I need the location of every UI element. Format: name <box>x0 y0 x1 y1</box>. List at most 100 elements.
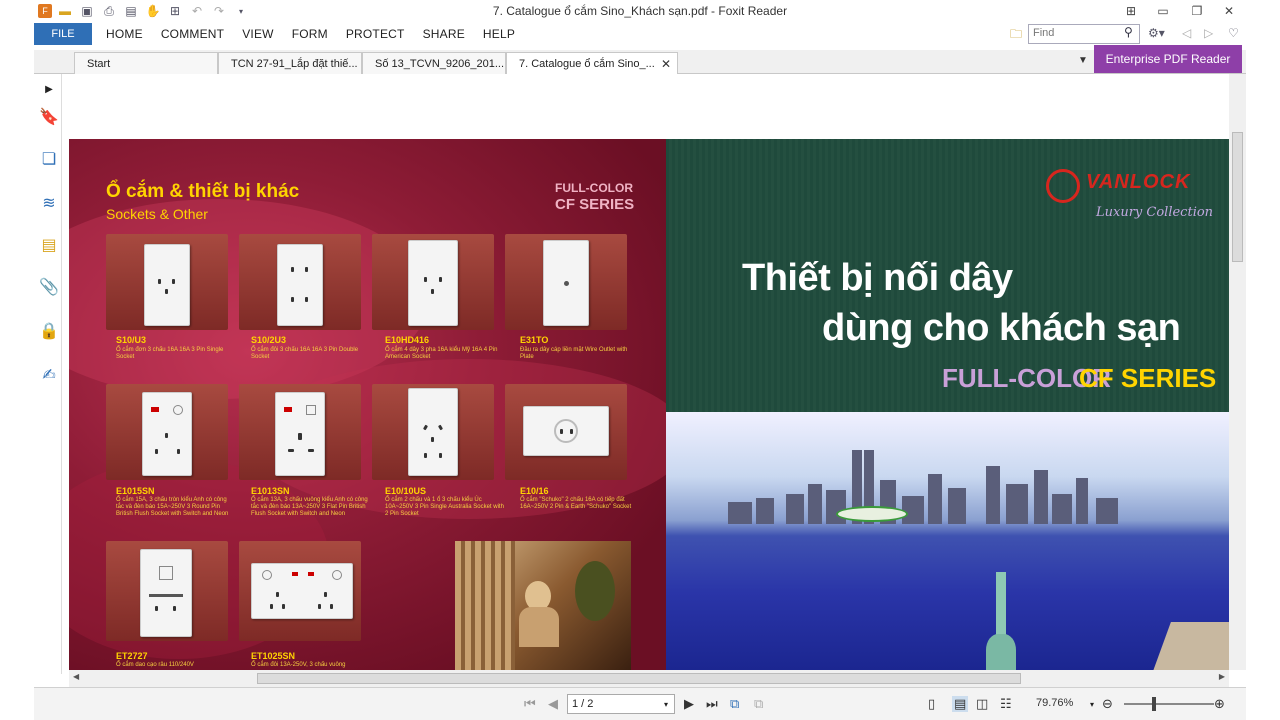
socket-plate <box>277 244 323 326</box>
tab-so-13-tcvn[interactable]: Số 13_TCVN_9206_201... <box>362 52 506 74</box>
navigation-sidebar: ▶ 🔖 ❏ ≋ ▤ 📎 🔒 ✍ <box>34 74 62 674</box>
customize-dropdown-icon[interactable]: ▾ <box>232 3 250 19</box>
close-button[interactable]: ✕ <box>1216 2 1242 20</box>
zoom-slider[interactable] <box>1124 703 1214 705</box>
tab-start[interactable]: Start <box>74 52 218 74</box>
continuous-view-icon[interactable]: ▤ <box>952 696 969 712</box>
first-page-icon[interactable]: ⏮ <box>524 696 536 712</box>
product-tile <box>106 234 228 330</box>
product-description: Ổ cắm "Schuko" 2 chấu 16A có tiếp đất 16… <box>520 497 632 510</box>
file-menu-button[interactable]: FILE <box>34 23 92 45</box>
zoom-dropdown-icon[interactable]: ▾ <box>1090 700 1094 709</box>
menu-form[interactable]: FORM <box>292 27 328 41</box>
zoom-out-icon[interactable]: ⊖ <box>1102 696 1113 712</box>
page-dropdown-icon[interactable]: ▾ <box>664 700 668 709</box>
status-bar: ⏮ ◀ 1 / 2 ▾ ▶ ⏭ ⧉ ⧉ ▯ ▤ ◫ ☷ 79.76% ▾ ⊖ ⊕ <box>34 687 1246 720</box>
print-icon[interactable]: ⎙ <box>100 3 118 19</box>
continuous-facing-view-icon[interactable]: ☷ <box>1000 696 1012 712</box>
cf-series-label: CF SERIES <box>1079 363 1217 393</box>
scroll-left-icon[interactable]: ◀ <box>73 672 79 681</box>
tab-label: 7. Catalogue ổ cắm Sino_... <box>519 58 655 70</box>
snapshot-icon[interactable]: ⊞ <box>166 3 184 19</box>
socket-plate <box>144 244 190 326</box>
menu-protect[interactable]: PROTECT <box>346 27 405 41</box>
facing-view-icon[interactable]: ◫ <box>976 696 988 712</box>
vertical-scroll-thumb[interactable] <box>1232 132 1243 262</box>
horizontal-scrollbar[interactable]: ◀ ▶ <box>69 670 1229 687</box>
next-view-icon[interactable]: ⧉ <box>754 696 763 712</box>
new-york-skyline-photo <box>666 412 1229 670</box>
menu-home[interactable]: HOME <box>106 27 143 41</box>
previous-result-icon[interactable]: ◁ <box>1182 26 1191 40</box>
comments-icon[interactable]: ▤ <box>38 234 60 256</box>
product-code: E10HD416 <box>385 335 430 345</box>
ribbon-toggle-icon[interactable]: ⊞ <box>1118 2 1144 20</box>
tab-tcn-27-91[interactable]: TCN 27-91_Lắp đặt thiế... <box>218 52 362 74</box>
bookmark-icon[interactable]: 🔖 <box>38 106 60 128</box>
settings-gear-icon[interactable]: ⚙▾ <box>1148 26 1165 40</box>
signature-icon[interactable]: ✍ <box>38 364 60 386</box>
product-code: E10/16 <box>520 486 549 496</box>
open-folder-icon[interactable]: ▬ <box>56 3 74 19</box>
menu-comment[interactable]: COMMENT <box>161 27 224 41</box>
document-viewport[interactable]: Ổ cắm & thiết bị khác Sockets & Other FU… <box>69 74 1229 670</box>
save-icon[interactable]: ▣ <box>78 3 96 19</box>
menu-bar: FILE HOME COMMENT VIEW FORM PROTECT SHAR… <box>34 22 1246 46</box>
previous-view-icon[interactable]: ⧉ <box>730 696 739 712</box>
security-lock-icon[interactable]: 🔒 <box>38 320 60 342</box>
product-code: S10/U3 <box>116 335 147 345</box>
attachments-icon[interactable]: 📎 <box>38 276 60 298</box>
next-result-icon[interactable]: ▷ <box>1204 26 1213 40</box>
minimize-button[interactable]: ▭ <box>1150 2 1176 20</box>
catalogue-left-page: Ổ cắm & thiết bị khác Sockets & Other FU… <box>69 139 666 670</box>
product-tile <box>239 384 361 480</box>
product-tile <box>239 541 361 641</box>
collapse-ribbon-icon[interactable]: ♡ <box>1228 26 1239 40</box>
interior-statue-photo <box>455 541 631 670</box>
full-color-badge: FULL-COLOR <box>555 181 633 195</box>
zoom-in-icon[interactable]: ⊕ <box>1214 696 1225 712</box>
single-page-view-icon[interactable]: ▯ <box>928 696 935 712</box>
last-page-icon[interactable]: ⏭ <box>706 696 718 712</box>
hand-tool-icon[interactable]: ✋ <box>144 3 162 19</box>
headline-line-1: Thiết bị nối dây <box>742 257 1013 299</box>
tab-list-dropdown-icon[interactable]: ▼ <box>1078 55 1088 66</box>
menu-view[interactable]: VIEW <box>242 27 273 41</box>
enterprise-pdf-reader-banner[interactable]: Enterprise PDF Reader <box>1094 45 1242 73</box>
vertical-scrollbar[interactable] <box>1229 74 1246 670</box>
find-folder-icon[interactable]: 🗀 <box>1010 25 1026 41</box>
product-code: E31TO <box>520 335 549 345</box>
socket-plate <box>408 240 458 326</box>
next-page-icon[interactable]: ▶ <box>684 696 694 712</box>
pages-icon[interactable]: ❏ <box>38 148 60 170</box>
scroll-right-icon[interactable]: ▶ <box>1219 672 1225 681</box>
expand-panel-icon[interactable]: ▶ <box>38 78 60 100</box>
redo-icon[interactable]: ↷ <box>210 3 228 19</box>
maximize-button[interactable]: ❐ <box>1184 2 1210 20</box>
socket-plate <box>140 549 192 637</box>
layers-icon[interactable]: ≋ <box>38 192 60 214</box>
socket-plate <box>543 240 589 326</box>
product-description: Ổ cắm dao cạo râu 110/240V <box>116 662 194 668</box>
product-tile <box>505 234 627 330</box>
close-tab-icon[interactable]: ✕ <box>661 57 671 71</box>
tab-catalogue-active[interactable]: 7. Catalogue ổ cắm Sino_... ✕ <box>506 52 678 75</box>
page-number-input[interactable]: 1 / 2 <box>567 694 675 714</box>
product-code: E1015SN <box>116 486 155 496</box>
product-tile <box>239 234 361 330</box>
properties-icon[interactable]: ▤ <box>122 3 140 19</box>
product-description: Ổ cắm đôi 13A-250V, 3 chấu vuông <box>251 662 346 668</box>
foxit-window: F ▬ ▣ ⎙ ▤ ✋ ⊞ ↶ ↷ ▾ 7. Catalogue ổ cắm S… <box>34 0 1246 720</box>
zoom-level[interactable]: 79.76% <box>1036 697 1073 709</box>
socket-plate <box>142 392 192 476</box>
menu-share[interactable]: SHARE <box>423 27 465 41</box>
product-description: Ổ cắm 2 chấu và 1 ổ 3 chấu kiểu Úc 10A~2… <box>385 497 504 517</box>
zoom-slider-thumb[interactable] <box>1152 697 1156 711</box>
menu-help[interactable]: HELP <box>483 27 515 41</box>
previous-page-icon[interactable]: ◀ <box>548 696 558 712</box>
horizontal-scroll-thumb[interactable] <box>257 673 1021 684</box>
search-icon[interactable]: ⚲ <box>1124 25 1133 39</box>
socket-plate <box>251 563 353 619</box>
undo-icon[interactable]: ↶ <box>188 3 206 19</box>
tab-label: TCN 27-91_Lắp đặt thiế... <box>231 58 358 70</box>
